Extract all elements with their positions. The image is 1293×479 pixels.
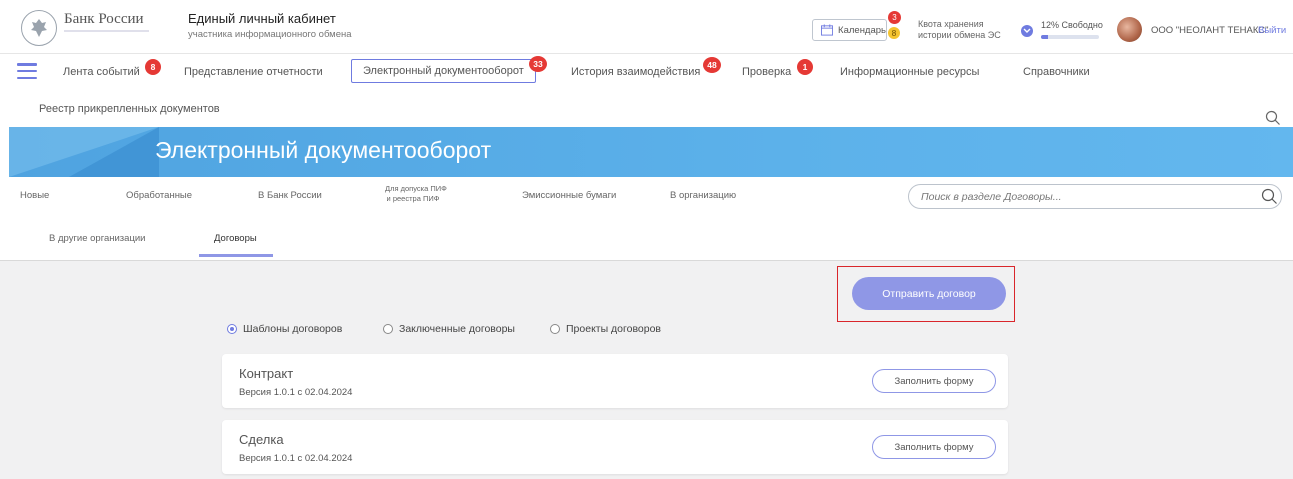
nav-item-references[interactable]: Справочники (1023, 66, 1090, 78)
nav-item-attached-docs-registry[interactable]: Реестр прикрепленных документов (39, 103, 220, 115)
quota-free-text: 12% Свободно (1041, 20, 1103, 30)
quota-progress-fill (1041, 35, 1048, 39)
calendar-badge-red: 3 (888, 11, 901, 24)
card-version: Версия 1.0.1 с 02.04.2024 (239, 453, 353, 464)
section-search-input[interactable] (921, 188, 1241, 206)
tab-pif-admission-line1: Для допуска ПИФ (385, 184, 447, 193)
search-icon[interactable] (1261, 188, 1278, 205)
tab-processed[interactable]: Обработанные (126, 190, 192, 201)
page-title: Электронный документооборот (155, 137, 492, 163)
fill-form-button[interactable]: Заполнить форму (872, 369, 996, 393)
nav-item-info-resources[interactable]: Информационные ресурсы (840, 66, 979, 78)
avatar[interactable] (1117, 17, 1142, 42)
cabinet-subtitle: участника информационного обмена (188, 29, 352, 40)
hamburger-menu-icon[interactable] (17, 63, 37, 79)
contract-template-card: Сделка Версия 1.0.1 с 02.04.2024 Заполни… (222, 420, 1008, 474)
nav-badge-history: 48 (703, 57, 721, 73)
quota-chevron-icon[interactable] (1021, 25, 1033, 37)
cabinet-title: Единый личный кабинет (188, 11, 336, 26)
radio-drafts-label: Проекты договоров (566, 323, 662, 335)
calendar-icon (821, 24, 834, 36)
quota-label: Квота хранения истории обмена ЭС (918, 19, 1001, 40)
tab-emission-papers[interactable]: Эмиссионные бумаги (522, 190, 616, 201)
card-title: Контракт (239, 366, 294, 381)
fill-form-button[interactable]: Заполнить форму (872, 435, 996, 459)
tab-pif-admission-line2: и реестра ПИФ (386, 194, 440, 203)
nav-badge-events: 8 (145, 59, 161, 75)
bank-name-underline (64, 30, 149, 32)
bank-name[interactable]: Банк России (64, 11, 144, 28)
radio-button[interactable] (383, 324, 393, 334)
active-tab-indicator (199, 254, 273, 257)
card-title: Сделка (239, 432, 284, 447)
radio-templates[interactable]: Шаблоны договоров (227, 323, 342, 335)
nav-item-reporting[interactable]: Представление отчетности (184, 66, 323, 78)
card-version: Версия 1.0.1 с 02.04.2024 (239, 387, 353, 398)
nav-item-events[interactable]: Лента событий (63, 66, 140, 78)
radio-concluded-label: Заключенные договоры (399, 323, 515, 335)
radio-button-checked[interactable] (227, 324, 237, 334)
banner-decoration (69, 127, 159, 177)
contract-template-card: Контракт Версия 1.0.1 с 02.04.2024 Запол… (222, 354, 1008, 408)
top-header: Банк России Единый личный кабинет участн… (0, 0, 1293, 54)
tab-pif-admission[interactable]: Для допуска ПИФ и реестра ПИФ (385, 184, 447, 204)
calendar-button[interactable]: Календарь (812, 19, 887, 41)
bank-emblem-icon[interactable] (21, 10, 57, 46)
quota-progress-bar (1041, 35, 1099, 39)
logout-link[interactable]: Выйти (1258, 25, 1286, 36)
radio-concluded[interactable]: Заключенные договоры (383, 323, 515, 335)
nav-badge-check: 1 (797, 59, 813, 75)
nav-item-history[interactable]: История взаимодействия (571, 66, 700, 78)
calendar-badge-yellow: 8 (888, 27, 900, 39)
radio-templates-label: Шаблоны договоров (243, 323, 343, 335)
radio-drafts[interactable]: Проекты договоров (550, 323, 661, 335)
tab-contracts[interactable]: Договоры (214, 233, 257, 244)
org-name[interactable]: ООО "НЕОЛАНТ ТЕНАКС" (1151, 25, 1269, 36)
tab-to-organization[interactable]: В организацию (670, 190, 736, 201)
tab-new[interactable]: Новые (20, 190, 49, 201)
radio-button[interactable] (550, 324, 560, 334)
tab-to-bank[interactable]: В Банк России (258, 190, 322, 201)
section-banner: Электронный документооборот (9, 127, 1293, 177)
section-search-box (908, 184, 1282, 209)
calendar-label: Календарь (838, 24, 886, 36)
tab-other-organizations[interactable]: В другие организации (49, 233, 146, 244)
nav-item-check[interactable]: Проверка (742, 66, 791, 78)
nav-badge-edo: 33 (529, 56, 547, 72)
search-icon[interactable] (1265, 110, 1281, 126)
nav-item-edo[interactable]: Электронный документооборот (351, 59, 536, 83)
highlight-frame (837, 266, 1015, 322)
